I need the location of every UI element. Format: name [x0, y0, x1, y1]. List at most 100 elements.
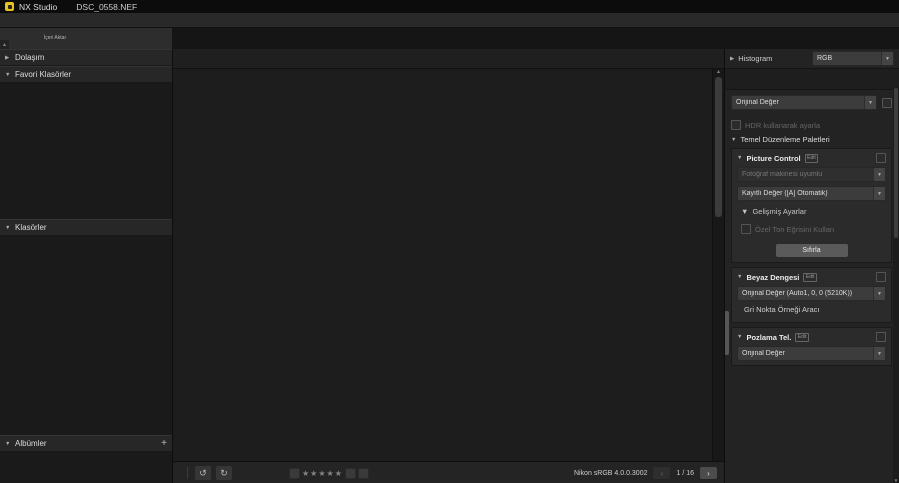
- label-button[interactable]: [344, 467, 356, 479]
- vertical-scrollbar[interactable]: ▲: [712, 69, 724, 461]
- chevron-down-icon: ▼: [873, 168, 885, 181]
- chevron-down-icon: ▼: [5, 71, 11, 78]
- channel-value: RGB: [817, 55, 833, 62]
- preset-row: Orijinal Değer ▼: [731, 95, 892, 110]
- toolbar-right: [172, 28, 899, 49]
- white-balance-title: Beyaz Dengesi: [746, 272, 800, 282]
- gray-point-tool[interactable]: Gri Nokta Örneği Aracı: [737, 305, 886, 314]
- chevron-down-icon: ▼: [5, 440, 11, 447]
- picture-control-checkbox[interactable]: [876, 153, 886, 163]
- reset-button[interactable]: Sıfırla: [775, 244, 848, 257]
- panel-collapse-handle[interactable]: [725, 311, 729, 355]
- next-image-button[interactable]: ›: [700, 467, 717, 479]
- tone-curve-checkbox[interactable]: [741, 224, 751, 234]
- adjustments-panel: ▶ Histogram RGB ▼ Orijinal Değer ▼ HDR k…: [724, 49, 899, 483]
- chevron-down-icon: ▼: [873, 187, 885, 200]
- picture-control-box: ▼ Picture Control Edit Fotoğraf makinesi…: [731, 148, 892, 263]
- thumbnail-grid: [173, 69, 712, 461]
- section-navigation[interactable]: ▶ Dolaşım: [0, 49, 172, 66]
- chevron-right-icon: ▶: [5, 54, 10, 61]
- exposure-box: ▼ Pozlama Tel. Edit Orijinal Değer ▼: [731, 327, 892, 366]
- nx-studio-window: NX Studio DSC_0558.NEF ▲ İçeri Aktar ▶ D…: [0, 0, 899, 483]
- menu-bar: [0, 13, 899, 28]
- rating-stars[interactable]: ★★★★★: [302, 469, 343, 478]
- rating-clear-button[interactable]: [289, 467, 300, 479]
- divider: [187, 467, 188, 479]
- protect-button[interactable]: [357, 467, 369, 479]
- section-favorite-folders[interactable]: ▼ Favori Klasörler: [0, 66, 172, 83]
- page-indicator: 1 / 16: [676, 469, 694, 477]
- exposure-title: Pozlama Tel.: [746, 332, 792, 342]
- white-balance-checkbox[interactable]: [876, 272, 886, 282]
- chevron-down-icon: ▼: [741, 207, 749, 216]
- preset-dropdown[interactable]: Orijinal Değer ▼: [731, 95, 877, 110]
- thumbnail-browser: ▲ ↺ ↻ ★★★★★ Nikon sRGB 4.0.0.3002 ‹ 1 / …: [173, 49, 724, 483]
- white-balance-header[interactable]: ▼ Beyaz Dengesi Edit: [737, 272, 886, 282]
- picture-control-value: Kayıtlı Değer ([A] Otomatik): [742, 190, 828, 197]
- inspector-scrollbar[interactable]: ▼: [893, 86, 899, 483]
- rotate-left-button[interactable]: ↺: [195, 466, 211, 480]
- toolbar: ▲ İçeri Aktar: [0, 28, 899, 49]
- edit-tools-row: [731, 114, 892, 116]
- chevron-down-icon: ▼: [737, 274, 743, 280]
- rotate-right-button[interactable]: ↻: [216, 466, 232, 480]
- albums-list-empty: [0, 452, 172, 483]
- scrollbar-thumb[interactable]: [715, 77, 722, 217]
- left-sidebar: ▶ Dolaşım ▼ Favori Klasörler ▼ Klasörler…: [0, 49, 173, 483]
- palettes-section-header[interactable]: ▼ Temel Düzenleme Paletleri: [731, 135, 892, 144]
- import-label: İçeri Aktar: [43, 34, 67, 41]
- preset-checkbox[interactable]: [882, 97, 892, 108]
- chevron-down-icon: ▼: [864, 96, 876, 109]
- section-albums[interactable]: ▼ Albümler +: [0, 435, 172, 452]
- scroll-up-icon[interactable]: ▲: [716, 69, 721, 75]
- thumbnail-grid-area: ▲: [173, 69, 724, 461]
- palettes-section-label: Temel Düzenleme Paletleri: [740, 135, 830, 144]
- chevron-right-icon[interactable]: ▶: [730, 56, 734, 62]
- chevron-down-icon: ▼: [873, 347, 885, 360]
- camera-compat-value: Fotoğraf makinesi uyumlu: [742, 171, 823, 178]
- exposure-value: Orijinal Değer: [742, 350, 785, 357]
- picture-control-header[interactable]: ▼ Picture Control Edit: [737, 153, 886, 163]
- import-button[interactable]: İçeri Aktar: [34, 28, 76, 49]
- preset-value: Orijinal Değer: [736, 99, 779, 106]
- scroll-down-icon[interactable]: ▼: [894, 478, 898, 483]
- section-label: Favori Klasörler: [15, 70, 72, 79]
- title-bar: NX Studio DSC_0558.NEF: [0, 0, 899, 13]
- chevron-down-icon: ▼: [731, 136, 737, 143]
- chevron-down-icon: ▼: [881, 52, 893, 65]
- favorites-list: [0, 83, 172, 219]
- exposure-checkbox[interactable]: [876, 332, 886, 342]
- white-balance-value: Orijinal Değer (Auto1, 0, 0 (5210K)): [742, 290, 853, 297]
- gray-point-label: Gri Nokta Örneği Aracı: [744, 305, 820, 314]
- hdr-checkbox-label: HDR kullanarak ayarla: [745, 120, 821, 130]
- hdr-checkbox[interactable]: [731, 120, 741, 130]
- histogram-label: Histogram: [738, 54, 773, 63]
- exposure-dropdown[interactable]: Orijinal Değer ▼: [737, 346, 886, 361]
- edit-badge: Edit: [795, 332, 809, 342]
- chevron-down-icon: ▼: [737, 334, 743, 340]
- document-title: DSC_0558.NEF: [76, 1, 138, 12]
- edit-badge: Edit: [804, 153, 819, 163]
- view-toolbar: [173, 49, 724, 69]
- picture-control-dropdown[interactable]: Kayıtlı Değer ([A] Otomatik) ▼: [737, 186, 886, 201]
- hdr-checkbox-row: HDR kullanarak ayarla: [731, 120, 892, 130]
- inspector-tabs: [725, 69, 899, 90]
- channel-dropdown[interactable]: RGB ▼: [812, 51, 894, 66]
- app-logo-icon: [5, 2, 14, 11]
- scrollbar-thumb[interactable]: [894, 88, 898, 238]
- colorspace-label: Nikon sRGB 4.0.0.3002: [573, 469, 648, 477]
- advanced-settings-header[interactable]: ▼ Gelişmiş Ayarlar: [741, 207, 886, 216]
- folder-tree: [0, 236, 172, 435]
- collapse-toolbar-icon[interactable]: ▲: [0, 40, 9, 49]
- picture-control-title: Picture Control: [746, 153, 801, 163]
- white-balance-dropdown[interactable]: Orijinal Değer (Auto1, 0, 0 (5210K)) ▼: [737, 286, 886, 301]
- toolbar-left: ▲ İçeri Aktar: [0, 28, 172, 49]
- rating-widget: ★★★★★: [289, 467, 369, 479]
- main-area: ▶ Dolaşım ▼ Favori Klasörler ▼ Klasörler…: [0, 49, 899, 483]
- adjustments-body: Orijinal Değer ▼ HDR kullanarak ayarla ▼…: [725, 90, 899, 483]
- exposure-header[interactable]: ▼ Pozlama Tel. Edit: [737, 332, 886, 342]
- advanced-settings-label: Gelişmiş Ayarlar: [752, 207, 807, 216]
- camera-compat-dropdown[interactable]: Fotoğraf makinesi uyumlu ▼: [737, 167, 886, 182]
- previous-image-button[interactable]: ‹: [653, 467, 671, 479]
- section-folders[interactable]: ▼ Klasörler: [0, 219, 172, 236]
